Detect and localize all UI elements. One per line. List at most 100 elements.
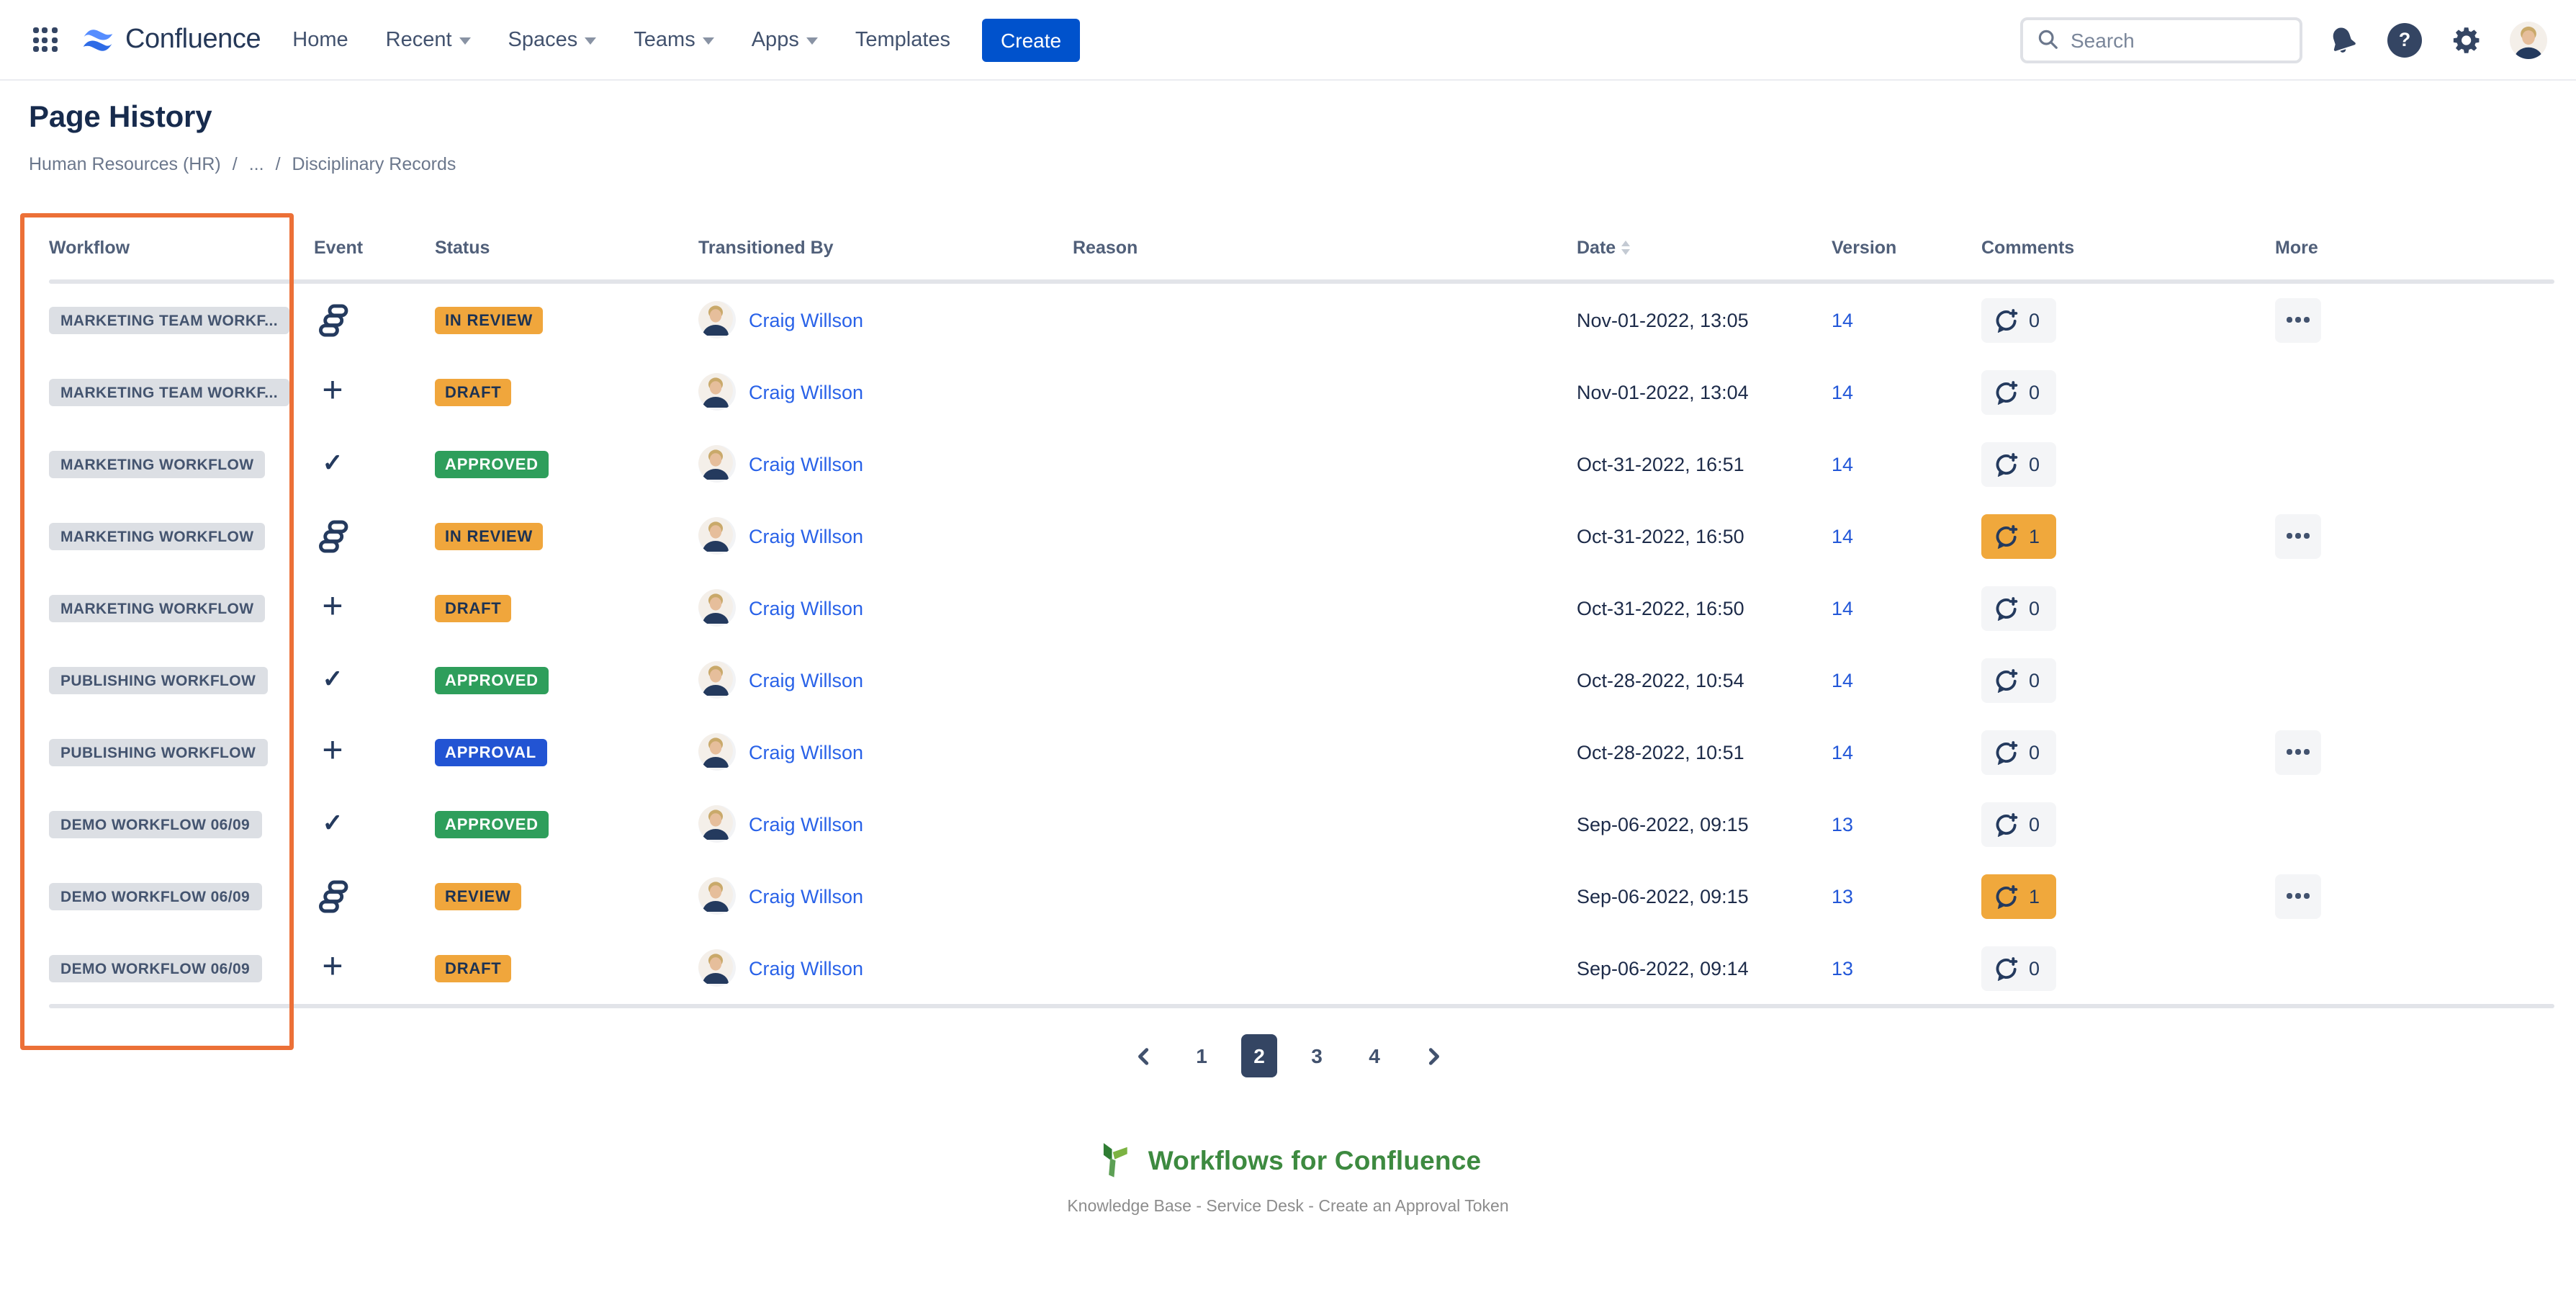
nav-item-teams[interactable]: Teams [634, 28, 713, 51]
version-link[interactable]: 13 [1832, 957, 1853, 979]
notifications-bell-icon[interactable] [2321, 18, 2364, 61]
create-button[interactable]: Create [982, 18, 1080, 61]
user-avatar[interactable] [2507, 18, 2550, 61]
comments-button[interactable]: 0 [1981, 730, 2055, 774]
grid-icon [32, 27, 57, 52]
status-badge: DRAFT [435, 594, 512, 622]
workflows-for-confluence-logo-icon [1095, 1141, 1134, 1180]
workflow-transition-icon [314, 303, 351, 336]
footer-link-knowledge-base[interactable]: Knowledge Base [1067, 1198, 1192, 1216]
more-button[interactable] [2275, 730, 2321, 774]
workflow-tag[interactable]: MARKETING WORKFLOW [49, 522, 266, 550]
version-link[interactable]: 14 [1832, 597, 1853, 619]
version-link[interactable]: 14 [1832, 741, 1853, 763]
comment-count: 0 [2029, 453, 2040, 475]
version-link[interactable]: 13 [1832, 885, 1853, 907]
table-row: MARKETING WORKFLOW ✓ APPROVED Craig Will… [49, 428, 2554, 500]
user-link[interactable]: Craig Willson [749, 957, 863, 979]
workflow-tag[interactable]: DEMO WORKFLOW 06/09 [49, 882, 261, 910]
workflow-tag[interactable]: MARKETING WORKFLOW [49, 594, 266, 622]
comments-button[interactable]: 1 [1981, 514, 2055, 558]
user-avatar [698, 805, 736, 843]
comment-count: 0 [2029, 957, 2040, 979]
settings-gear-icon[interactable] [2445, 18, 2488, 61]
comments-button[interactable]: 0 [1981, 802, 2055, 846]
status-badge: IN REVIEW [435, 522, 543, 550]
workflow-tag[interactable]: PUBLISHING WORKFLOW [49, 666, 267, 694]
col-header-date[interactable]: Date [1577, 238, 1832, 258]
user-link[interactable]: Craig Willson [749, 885, 863, 907]
chevron-down-icon [585, 37, 596, 45]
user-link[interactable]: Craig Willson [749, 453, 863, 475]
comment-count: 1 [2029, 885, 2040, 907]
table-row: DEMO WORKFLOW 06/09 ✓ APPROVED Craig Wil… [49, 788, 2554, 860]
page-number-2-active[interactable]: 2 [1241, 1034, 1277, 1077]
user-link[interactable]: Craig Willson [749, 309, 863, 331]
more-button[interactable] [2275, 514, 2321, 558]
version-link[interactable]: 13 [1832, 813, 1853, 835]
workflow-tag[interactable]: MARKETING TEAM WORKF... [49, 306, 289, 333]
version-link[interactable]: 14 [1832, 669, 1853, 691]
more-button[interactable] [2275, 874, 2321, 918]
breadcrumb-space-link[interactable]: Human Resources (HR) [29, 154, 221, 174]
nav-item-spaces[interactable]: Spaces [508, 28, 597, 51]
footer-title: Workflows for Confluence [1148, 1144, 1482, 1176]
search-input[interactable] [2071, 28, 2272, 51]
breadcrumb-separator: / [276, 154, 281, 174]
footer-links: Knowledge Base - Service Desk - Create a… [1067, 1198, 1508, 1216]
search-box[interactable] [2020, 17, 2302, 63]
user-avatar [698, 661, 736, 699]
user-link[interactable]: Craig Willson [749, 741, 863, 763]
comments-button[interactable]: 0 [1981, 946, 2055, 990]
add-comment-icon [1994, 884, 2019, 908]
help-icon[interactable]: ? [2383, 18, 2426, 61]
comments-button[interactable]: 1 [1981, 874, 2055, 918]
col-header-comments: Comments [1963, 238, 2261, 258]
workflow-tag[interactable]: DEMO WORKFLOW 06/09 [49, 954, 261, 982]
page-number-4[interactable]: 4 [1356, 1034, 1392, 1077]
previous-page-chevron-icon[interactable] [1125, 1036, 1162, 1076]
user-link[interactable]: Craig Willson [749, 597, 863, 619]
comments-button[interactable]: 0 [1981, 441, 2055, 486]
workflow-tag[interactable]: DEMO WORKFLOW 06/09 [49, 810, 261, 838]
status-badge: DRAFT [435, 378, 512, 405]
version-link[interactable]: 14 [1832, 453, 1853, 475]
nav-item-recent[interactable]: Recent [386, 28, 471, 51]
date-text: Nov-01-2022, 13:05 [1577, 309, 1832, 331]
pagination: 1234 [0, 1034, 2576, 1077]
workflow-tag[interactable]: PUBLISHING WORKFLOW [49, 738, 267, 766]
col-header-more: More [2261, 238, 2554, 258]
confluence-logo[interactable]: Confluence [81, 22, 261, 57]
user-link[interactable]: Craig Willson [749, 669, 863, 691]
user-link[interactable]: Craig Willson [749, 381, 863, 403]
footer-link-create-approval-token[interactable]: Create an Approval Token [1318, 1198, 1508, 1216]
workflow-tag[interactable]: MARKETING WORKFLOW [49, 450, 266, 477]
comments-button[interactable]: 0 [1981, 369, 2055, 414]
nav-item-apps[interactable]: Apps [752, 28, 818, 51]
page-number-3[interactable]: 3 [1299, 1034, 1335, 1077]
version-link[interactable]: 14 [1832, 381, 1853, 403]
breadcrumb-page-link[interactable]: Disciplinary Records [292, 154, 456, 174]
plus-icon: + [314, 955, 351, 981]
version-link[interactable]: 14 [1832, 309, 1853, 331]
page-number-1[interactable]: 1 [1184, 1034, 1220, 1077]
comments-button[interactable]: 0 [1981, 297, 2055, 342]
page: Confluence Home Recent Spaces Teams Apps… [0, 0, 2576, 1305]
date-text: Nov-01-2022, 13:04 [1577, 381, 1832, 403]
footer-brand: Workflows for Confluence [1095, 1141, 1482, 1180]
version-link[interactable]: 14 [1832, 525, 1853, 547]
next-page-chevron-icon[interactable] [1414, 1036, 1451, 1076]
nav-item-templates[interactable]: Templates [855, 28, 950, 51]
more-button[interactable] [2275, 297, 2321, 342]
workflow-tag[interactable]: MARKETING TEAM WORKF... [49, 378, 289, 405]
app-switcher-grid-icon[interactable] [23, 18, 66, 61]
breadcrumb-separator: / [233, 154, 238, 174]
comments-button[interactable]: 0 [1981, 586, 2055, 630]
breadcrumb-ellipsis-link[interactable]: ... [249, 154, 264, 174]
comments-button[interactable]: 0 [1981, 658, 2055, 702]
user-link[interactable]: Craig Willson [749, 813, 863, 835]
chevron-down-icon [806, 37, 818, 45]
nav-item-home[interactable]: Home [292, 28, 348, 51]
user-link[interactable]: Craig Willson [749, 525, 863, 547]
footer-link-service-desk[interactable]: Service Desk [1206, 1198, 1304, 1216]
